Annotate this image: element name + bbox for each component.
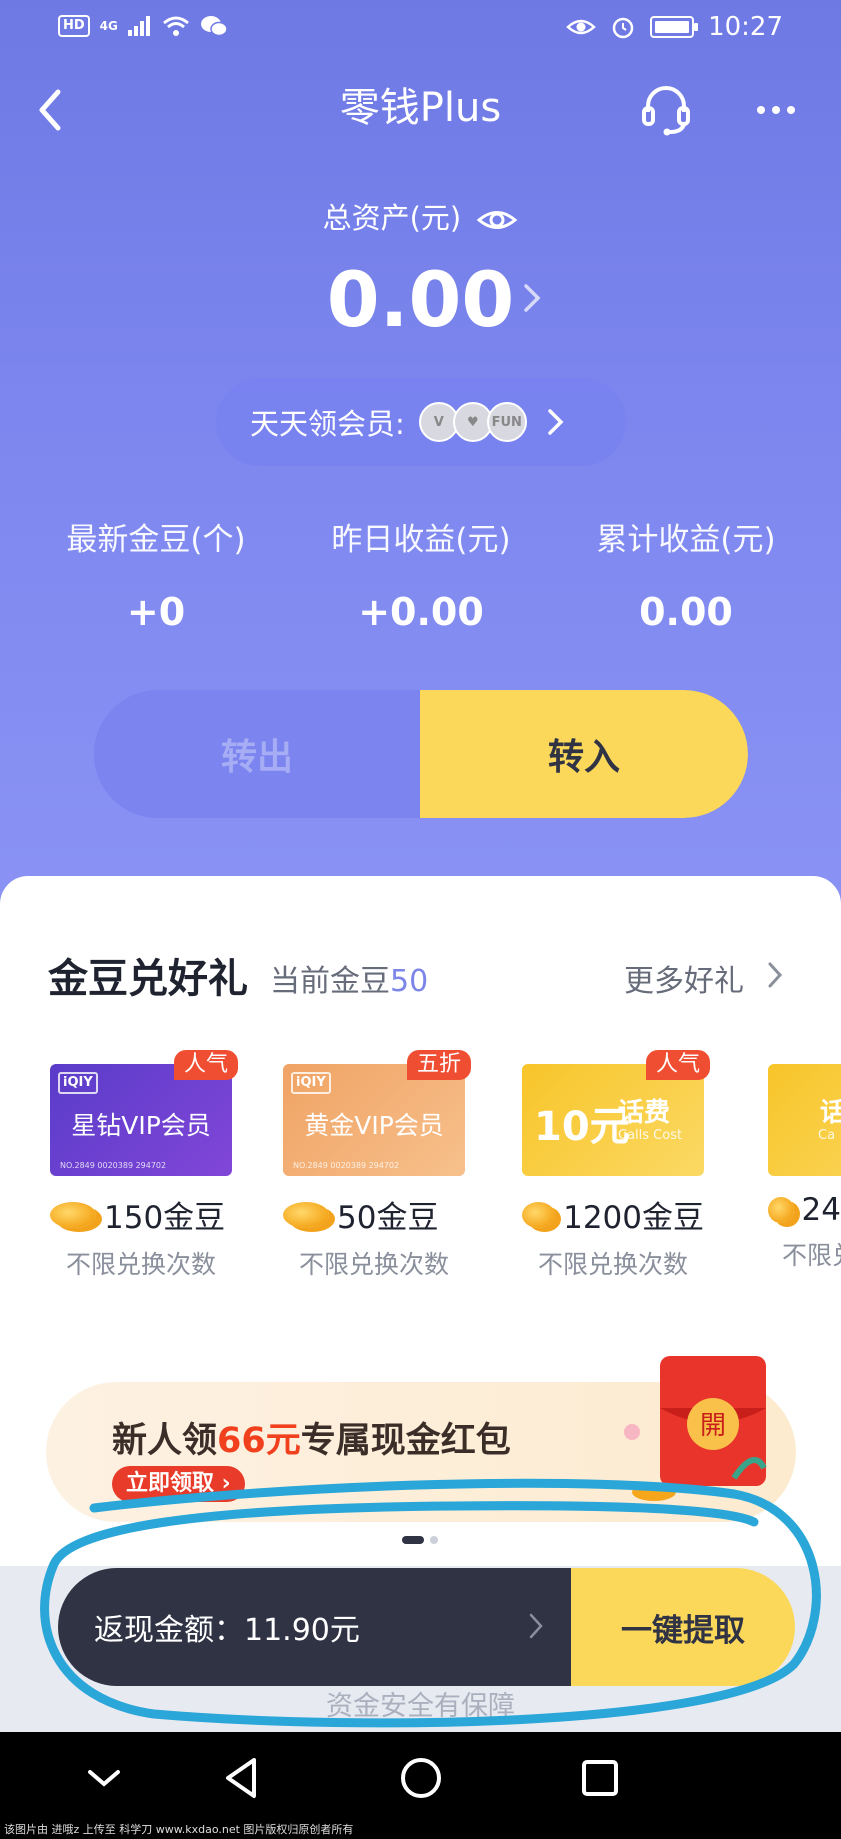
- gift-card-image: iQIY 星钻VIP会员 NO.2849 0020389 294702: [50, 1064, 232, 1176]
- hd-badge: HD: [58, 15, 90, 37]
- gift-price-text: 150金豆: [104, 1200, 226, 1236]
- fun-badge-icon: FUN: [486, 402, 527, 442]
- gold-coin-icon: [522, 1201, 556, 1228]
- gift-name: 话: [820, 1098, 841, 1128]
- chevron-right-icon[interactable]: [766, 960, 784, 990]
- stat-value: +0.00: [358, 590, 484, 634]
- section-title: 金豆兑好礼: [48, 956, 248, 1002]
- stat-value: 0.00: [639, 590, 733, 634]
- gift-price: 50金豆: [283, 1192, 465, 1237]
- gift-name: 黄金VIP会员: [304, 1111, 444, 1140]
- watermark-footer: 该图片由 进哦z 上传至 科学刀 www.kxdao.net 图片版权归原创者所…: [0, 1820, 841, 1839]
- eye-comfort-icon: [566, 19, 596, 35]
- customer-service-button[interactable]: [636, 80, 696, 140]
- app-root: HD 4G 10:27 零钱Plus 总资产(元) 0.00 天天领会员: V …: [0, 0, 841, 1839]
- home-circle-icon[interactable]: [393, 1750, 449, 1806]
- total-assets-value[interactable]: 0.00: [0, 255, 841, 345]
- member-badges: V ♥ FUN: [418, 402, 527, 442]
- gift-price-text: 24: [801, 1192, 841, 1228]
- gift-note: 不限兑: [782, 1241, 841, 1270]
- gift-tag: 人气: [173, 1050, 238, 1080]
- gift-price: 24: [768, 1192, 841, 1228]
- gift-item[interactable]: iQIY 星钻VIP会员 NO.2849 0020389 294702 人气 1…: [50, 1050, 238, 1281]
- signal-label: 4G: [99, 19, 118, 33]
- back-triangle-icon[interactable]: [214, 1750, 270, 1806]
- gift-tag: 人气: [645, 1050, 710, 1080]
- wechat-icon: [200, 16, 228, 37]
- iqiyi-logo-icon: iQIY: [58, 1072, 98, 1094]
- stat-value: +0: [126, 590, 186, 634]
- stat-latest-beans[interactable]: 最新金豆(个) +0: [16, 515, 296, 647]
- transfer-in-button[interactable]: 转入: [420, 690, 748, 818]
- gift-card-image: 10元 话费 Calls Cost: [522, 1064, 704, 1176]
- banner-title-post: 专属现金红包: [300, 1421, 511, 1461]
- total-assets-label: 总资产(元): [0, 198, 841, 238]
- gift-card-image: 话 Ca: [768, 1064, 841, 1176]
- gift-serial: Calls Cost: [618, 1128, 683, 1143]
- gold-coin-icon: [283, 1201, 329, 1228]
- gift-note: 不限兑换次数: [65, 1250, 216, 1279]
- battery-icon: [650, 16, 699, 38]
- stat-yesterday-earnings[interactable]: 昨日收益(元) +0.00: [281, 515, 561, 647]
- current-beans-label: 当前金豆: [270, 964, 390, 999]
- hide-keyboard-icon[interactable]: [76, 1750, 132, 1806]
- gift-serial: NO.2849 0020389 294702: [60, 1161, 167, 1170]
- gift-price-text: 50金豆: [337, 1200, 439, 1236]
- chevron-right-icon: [548, 409, 564, 435]
- gift-serial: NO.2849 0020389 294702: [293, 1161, 400, 1170]
- stat-label: 最新金豆(个): [66, 522, 246, 558]
- wifi-icon: [162, 16, 189, 36]
- more-gifts-link[interactable]: 更多好礼: [624, 956, 744, 1000]
- gift-item[interactable]: iQIY 黄金VIP会员 NO.2849 0020389 294702 五折 5…: [283, 1050, 471, 1281]
- total-assets-text: 总资产(元): [322, 201, 462, 235]
- clock: 10:27: [708, 12, 783, 42]
- system-navigation-bar: [0, 1732, 841, 1822]
- calls-amount: 10元: [534, 1104, 630, 1150]
- daily-member-label: 天天领会员:: [250, 407, 405, 441]
- annotation-circle: [40, 1478, 821, 1728]
- iqiyi-logo-icon: iQIY: [291, 1072, 331, 1094]
- alarm-icon: [612, 17, 634, 39]
- gift-serial: Ca: [818, 1128, 836, 1143]
- gift-price: 1200金豆: [522, 1192, 704, 1237]
- banner-title-pre: 新人领: [112, 1421, 218, 1461]
- current-beans-value: 50: [390, 964, 429, 999]
- transfer-toggle: 转出 转入: [94, 690, 748, 818]
- eye-toggle-icon[interactable]: [476, 205, 518, 235]
- gift-note: 不限兑换次数: [298, 1250, 449, 1279]
- headset-icon: [642, 86, 690, 136]
- gift-item[interactable]: 话 Ca 24 不限兑: [768, 1064, 841, 1272]
- banner-title: 新人领66元专属现金红包: [112, 1412, 511, 1463]
- stat-total-earnings[interactable]: 累计收益(元) 0.00: [546, 515, 826, 647]
- top-nav: 零钱Plus: [0, 68, 841, 148]
- current-beans: 当前金豆50: [270, 956, 428, 1000]
- daily-member-pill[interactable]: 天天领会员: V ♥ FUN: [216, 378, 626, 466]
- envelope-glyph: 開: [700, 1411, 726, 1441]
- recents-square-icon[interactable]: [572, 1750, 628, 1806]
- gifts-card: 金豆兑好礼 当前金豆50 更多好礼 iQIY 星钻VIP会员 NO.2849 0…: [0, 876, 841, 1566]
- banner-title-highlight: 66元: [217, 1421, 301, 1461]
- gift-item[interactable]: 10元 话费 Calls Cost 人气 1200金豆 不限兑换次数: [522, 1050, 710, 1281]
- gold-coin-icon: [768, 1197, 794, 1223]
- gift-price-text: 1200金豆: [563, 1200, 704, 1236]
- status-bar: HD 4G 10:27: [0, 0, 841, 60]
- page-title: 零钱Plus: [339, 85, 502, 131]
- gift-note: 不限兑换次数: [537, 1250, 688, 1279]
- transfer-out-button[interactable]: 转出: [94, 690, 420, 818]
- stat-label: 累计收益(元): [596, 522, 776, 558]
- gift-card-image: iQIY 黄金VIP会员 NO.2849 0020389 294702: [283, 1064, 465, 1176]
- gift-name: 话费: [618, 1098, 671, 1128]
- chevron-right-icon[interactable]: [520, 280, 544, 316]
- more-options-button[interactable]: [748, 80, 804, 140]
- signal-icon: [127, 16, 150, 36]
- gift-name: 星钻VIP会员: [71, 1111, 211, 1140]
- gold-coin-icon: [50, 1201, 96, 1228]
- gift-price: 150金豆: [50, 1192, 232, 1237]
- gift-tag: 五折: [406, 1050, 471, 1080]
- stat-label: 昨日收益(元): [331, 522, 511, 558]
- hero-header: HD 4G 10:27 零钱Plus 总资产(元) 0.00 天天领会员: V …: [0, 0, 841, 905]
